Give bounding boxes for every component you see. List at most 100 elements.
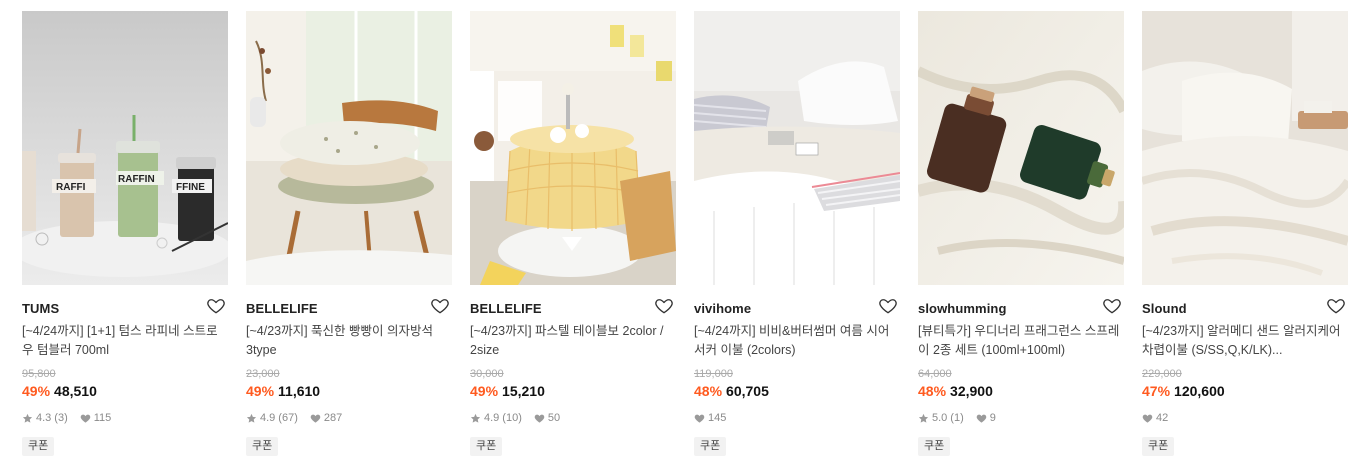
discount-rate: 48% (694, 383, 723, 399)
product-title[interactable]: [~4/23까지] 파스텔 테이블보 2color / 2size (470, 322, 676, 360)
product-stats: 42 (1142, 411, 1348, 425)
svg-text:FFINE: FFINE (176, 182, 205, 193)
product-image[interactable] (694, 11, 900, 285)
price-line: 48% 32,900 (918, 382, 1124, 400)
brand-name[interactable]: vivihome (694, 301, 751, 316)
coupon-badge: 쿠폰 (246, 437, 279, 456)
wishlist-heart-icon[interactable] (878, 296, 898, 316)
product-image[interactable] (918, 11, 1124, 285)
product-card[interactable]: RAFFI RAFFIN FFINE TUMS [~4/24까지] [1+1] … (22, 11, 228, 456)
like-count: 287 (323, 412, 343, 424)
product-stats: 4.3 (3) 115 (22, 411, 228, 425)
wishlist-heart-icon[interactable] (654, 296, 674, 316)
like-count: 145 (708, 412, 727, 424)
wishlist-heart-icon[interactable] (206, 296, 226, 316)
review-count: (10) (502, 412, 522, 424)
sale-price: 120,600 (1174, 383, 1225, 399)
rating-value: 4.9 (260, 412, 276, 424)
star-icon (918, 413, 929, 424)
original-price: 119,000 (694, 368, 733, 380)
coupon-badge: 쿠폰 (22, 437, 55, 456)
product-stats: 4.9 (10) 50 (470, 411, 676, 425)
product-title[interactable]: [~4/23까지] 푹신한 빵빵이 의자방석 3type (246, 322, 452, 360)
product-grid: RAFFI RAFFIN FFINE TUMS [~4/24까지] [1+1] … (0, 0, 1361, 466)
product-stats: 145 (694, 411, 900, 425)
coupon-badge: 쿠폰 (1142, 437, 1175, 456)
star-icon (22, 413, 33, 424)
sale-price: 60,705 (726, 383, 769, 399)
like-count: 42 (1156, 412, 1169, 424)
star-icon (470, 413, 481, 424)
tablecloth-image (470, 11, 676, 285)
discount-rate: 47% (1142, 383, 1171, 399)
sale-price: 15,210 (502, 383, 545, 399)
brand-name[interactable]: Slound (1142, 301, 1187, 316)
price-line: 48% 60,705 (694, 382, 900, 400)
coupon-badge: 쿠폰 (470, 437, 503, 456)
sale-price: 32,900 (950, 383, 993, 399)
svg-text:RAFFIN: RAFFIN (118, 174, 155, 185)
product-card[interactable]: vivihome [~4/24까지] 비비&버터썸머 여름 시어서커 이불 (2… (694, 11, 900, 456)
sale-price: 48,510 (54, 383, 97, 399)
product-stats: 4.9 (67) 287 (246, 411, 452, 425)
product-card[interactable]: BELLELIFE [~4/23까지] 파스텔 테이블보 2color / 2s… (470, 11, 676, 456)
price-line: 49% 48,510 (22, 382, 228, 400)
like-heart-icon (310, 413, 321, 424)
price-line: 47% 120,600 (1142, 382, 1348, 400)
original-price: 229,000 (1142, 368, 1182, 380)
price-line: 49% 15,210 (470, 382, 676, 400)
product-card[interactable]: Slound [~4/23까지] 알러메디 샌드 알러지케어 차렵이불 (S/S… (1142, 11, 1348, 456)
like-heart-icon (694, 413, 705, 424)
product-title[interactable]: [~4/24까지] [1+1] 텀스 라피네 스트로우 텀블러 700ml (22, 322, 228, 360)
coupon-badge: 쿠폰 (694, 437, 727, 456)
wishlist-heart-icon[interactable] (1102, 296, 1122, 316)
discount-rate: 49% (470, 383, 499, 399)
brand-name[interactable]: BELLELIFE (246, 301, 318, 316)
star-icon (246, 413, 257, 424)
fragrance-image (918, 11, 1124, 285)
product-card[interactable]: slowhumming [뷰티특가] 우디너리 프래그런스 스프레이 2종 세트… (918, 11, 1124, 456)
coupon-badge: 쿠폰 (918, 437, 951, 456)
product-image[interactable]: RAFFI RAFFIN FFINE (22, 11, 228, 285)
wishlist-heart-icon[interactable] (1326, 296, 1346, 316)
product-stats: 5.0 (1) 9 (918, 411, 1124, 425)
like-heart-icon (1142, 413, 1153, 424)
product-card[interactable]: BELLELIFE [~4/23까지] 푹신한 빵빵이 의자방석 3type 2… (246, 11, 452, 456)
like-count: 50 (547, 412, 561, 424)
product-image[interactable] (246, 11, 452, 285)
rating-value: 4.3 (36, 412, 52, 424)
bedding-image (1142, 11, 1348, 285)
product-title[interactable]: [~4/24까지] 비비&버터썸머 여름 시어서커 이불 (2colors) (694, 322, 900, 360)
tumbler-image: RAFFI RAFFIN FFINE (22, 11, 228, 285)
discount-rate: 49% (22, 383, 51, 399)
like-heart-icon (976, 413, 987, 424)
product-title[interactable]: [뷰티특가] 우디너리 프래그런스 스프레이 2종 세트 (100ml+100m… (918, 322, 1124, 360)
discount-rate: 48% (918, 383, 947, 399)
review-count: (67) (278, 412, 298, 424)
rating-value: 4.9 (484, 412, 500, 424)
review-count: (3) (54, 412, 68, 424)
product-image[interactable] (470, 11, 676, 285)
brand-name[interactable]: slowhumming (918, 301, 1007, 316)
like-count: 9 (989, 412, 996, 424)
brand-name[interactable]: TUMS (22, 301, 59, 316)
discount-rate: 49% (246, 383, 275, 399)
bed-image (694, 11, 900, 285)
original-price: 64,000 (918, 368, 952, 380)
sale-price: 11,610 (278, 383, 321, 399)
original-price: 23,000 (246, 368, 280, 380)
rating-value: 5.0 (932, 412, 948, 424)
price-line: 49% 11,610 (246, 382, 452, 400)
svg-text:RAFFI: RAFFI (56, 182, 86, 193)
cushion-image (246, 11, 452, 285)
original-price: 95,800 (22, 368, 56, 380)
product-title[interactable]: [~4/23까지] 알러메디 샌드 알러지케어 차렵이불 (S/SS,Q,K/L… (1142, 322, 1348, 360)
brand-name[interactable]: BELLELIFE (470, 301, 542, 316)
like-heart-icon (80, 413, 91, 424)
like-heart-icon (534, 413, 545, 424)
like-count: 115 (93, 412, 112, 424)
wishlist-heart-icon[interactable] (430, 296, 450, 316)
original-price: 30,000 (470, 368, 504, 380)
product-image[interactable] (1142, 11, 1348, 285)
review-count: (1) (950, 412, 964, 424)
